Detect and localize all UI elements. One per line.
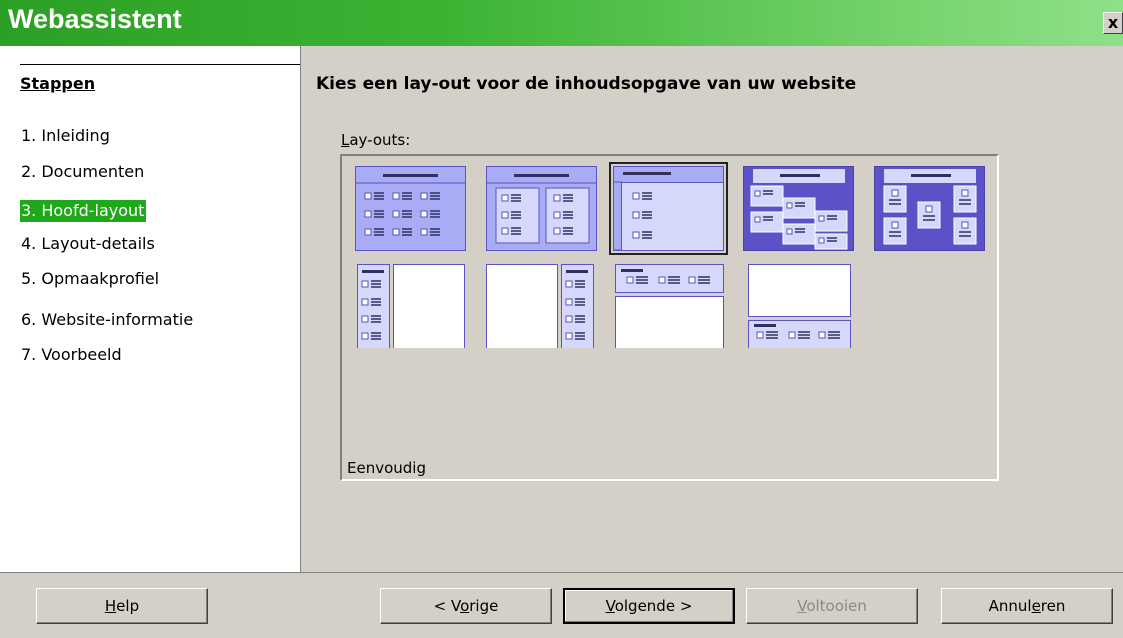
step-voorbeeld[interactable]: 7. Voorbeeld — [20, 344, 124, 366]
layout-zigzag-icon — [874, 166, 985, 251]
step-layout-details[interactable]: 4. Layout-details — [20, 233, 157, 255]
layout-option-frame-right[interactable] — [486, 264, 595, 348]
cancel-label-rest: ren — [1040, 597, 1066, 615]
layout-diagonal-icon — [743, 166, 854, 251]
cancel-label-pre: Annul — [988, 597, 1032, 615]
back-mnemonic: o — [460, 597, 470, 615]
help-button[interactable]: Help — [36, 588, 208, 624]
layout-option-zigzag[interactable] — [874, 166, 985, 251]
finish-mnemonic: V — [797, 597, 807, 615]
layouts-label: Lay-outs: — [341, 131, 411, 149]
close-icon: x — [1107, 13, 1119, 32]
layout-frame-top-icon — [615, 264, 724, 348]
finish-label-rest: oltooien — [806, 597, 867, 615]
selected-layout-caption: Eenvoudig — [347, 459, 426, 477]
step-documenten[interactable]: 2. Documenten — [20, 161, 146, 183]
help-label-rest: elp — [116, 597, 140, 615]
layout-frame-left-icon — [357, 264, 465, 348]
layouts-label-text: ay-outs: — [349, 131, 411, 149]
window-title: Webassistent — [8, 4, 182, 34]
title-bar: Webassistent — [0, 0, 1123, 46]
help-mnemonic: H — [104, 597, 117, 615]
step-website-informatie[interactable]: 6. Website-informatie — [20, 309, 195, 331]
cancel-button[interactable]: Annuleren — [941, 588, 1113, 624]
layout-frame-bottom-icon — [748, 264, 851, 348]
step-inleiding[interactable]: 1. Inleiding — [20, 125, 112, 147]
layout-simple-list-icon — [613, 166, 724, 251]
page-heading: Kies een lay-out voor de inhoudsopgave v… — [316, 74, 857, 94]
next-button[interactable]: Volgende > — [563, 588, 735, 624]
step-opmaakprofiel[interactable]: 5. Opmaakprofiel — [20, 268, 161, 290]
layout-option-frame-top[interactable] — [615, 264, 724, 348]
layout-table-3col-icon — [355, 166, 466, 251]
steps-title: Stappen — [20, 74, 96, 93]
layout-option-diagonal[interactable] — [743, 166, 854, 251]
layout-table-2col-icon — [486, 166, 597, 251]
layout-option-frame-bottom[interactable] — [743, 264, 852, 348]
layout-option-table-2col[interactable] — [486, 166, 597, 251]
steps-sidebar: Stappen 1. Inleiding 2. Documenten 3. Ho… — [0, 46, 301, 572]
layout-frame-right-icon — [486, 264, 594, 348]
sidebar-divider — [20, 64, 300, 65]
layout-option-simple[interactable] — [609, 162, 728, 255]
layout-option-table-3col[interactable] — [355, 166, 466, 251]
cancel-mnemonic: e — [1031, 597, 1041, 615]
layout-option-frame-left[interactable] — [357, 264, 466, 348]
next-mnemonic: V — [605, 597, 615, 615]
close-button[interactable]: x — [1103, 12, 1123, 34]
back-button[interactable]: < Vorige — [380, 588, 552, 624]
back-label-rest: rige — [469, 597, 499, 615]
next-label-rest: olgende > — [614, 597, 693, 615]
back-label-pre: < V — [433, 597, 461, 615]
step-hoofd-layout[interactable]: 3. Hoofd-layout — [20, 200, 147, 222]
finish-button[interactable]: Voltooien — [746, 588, 918, 624]
